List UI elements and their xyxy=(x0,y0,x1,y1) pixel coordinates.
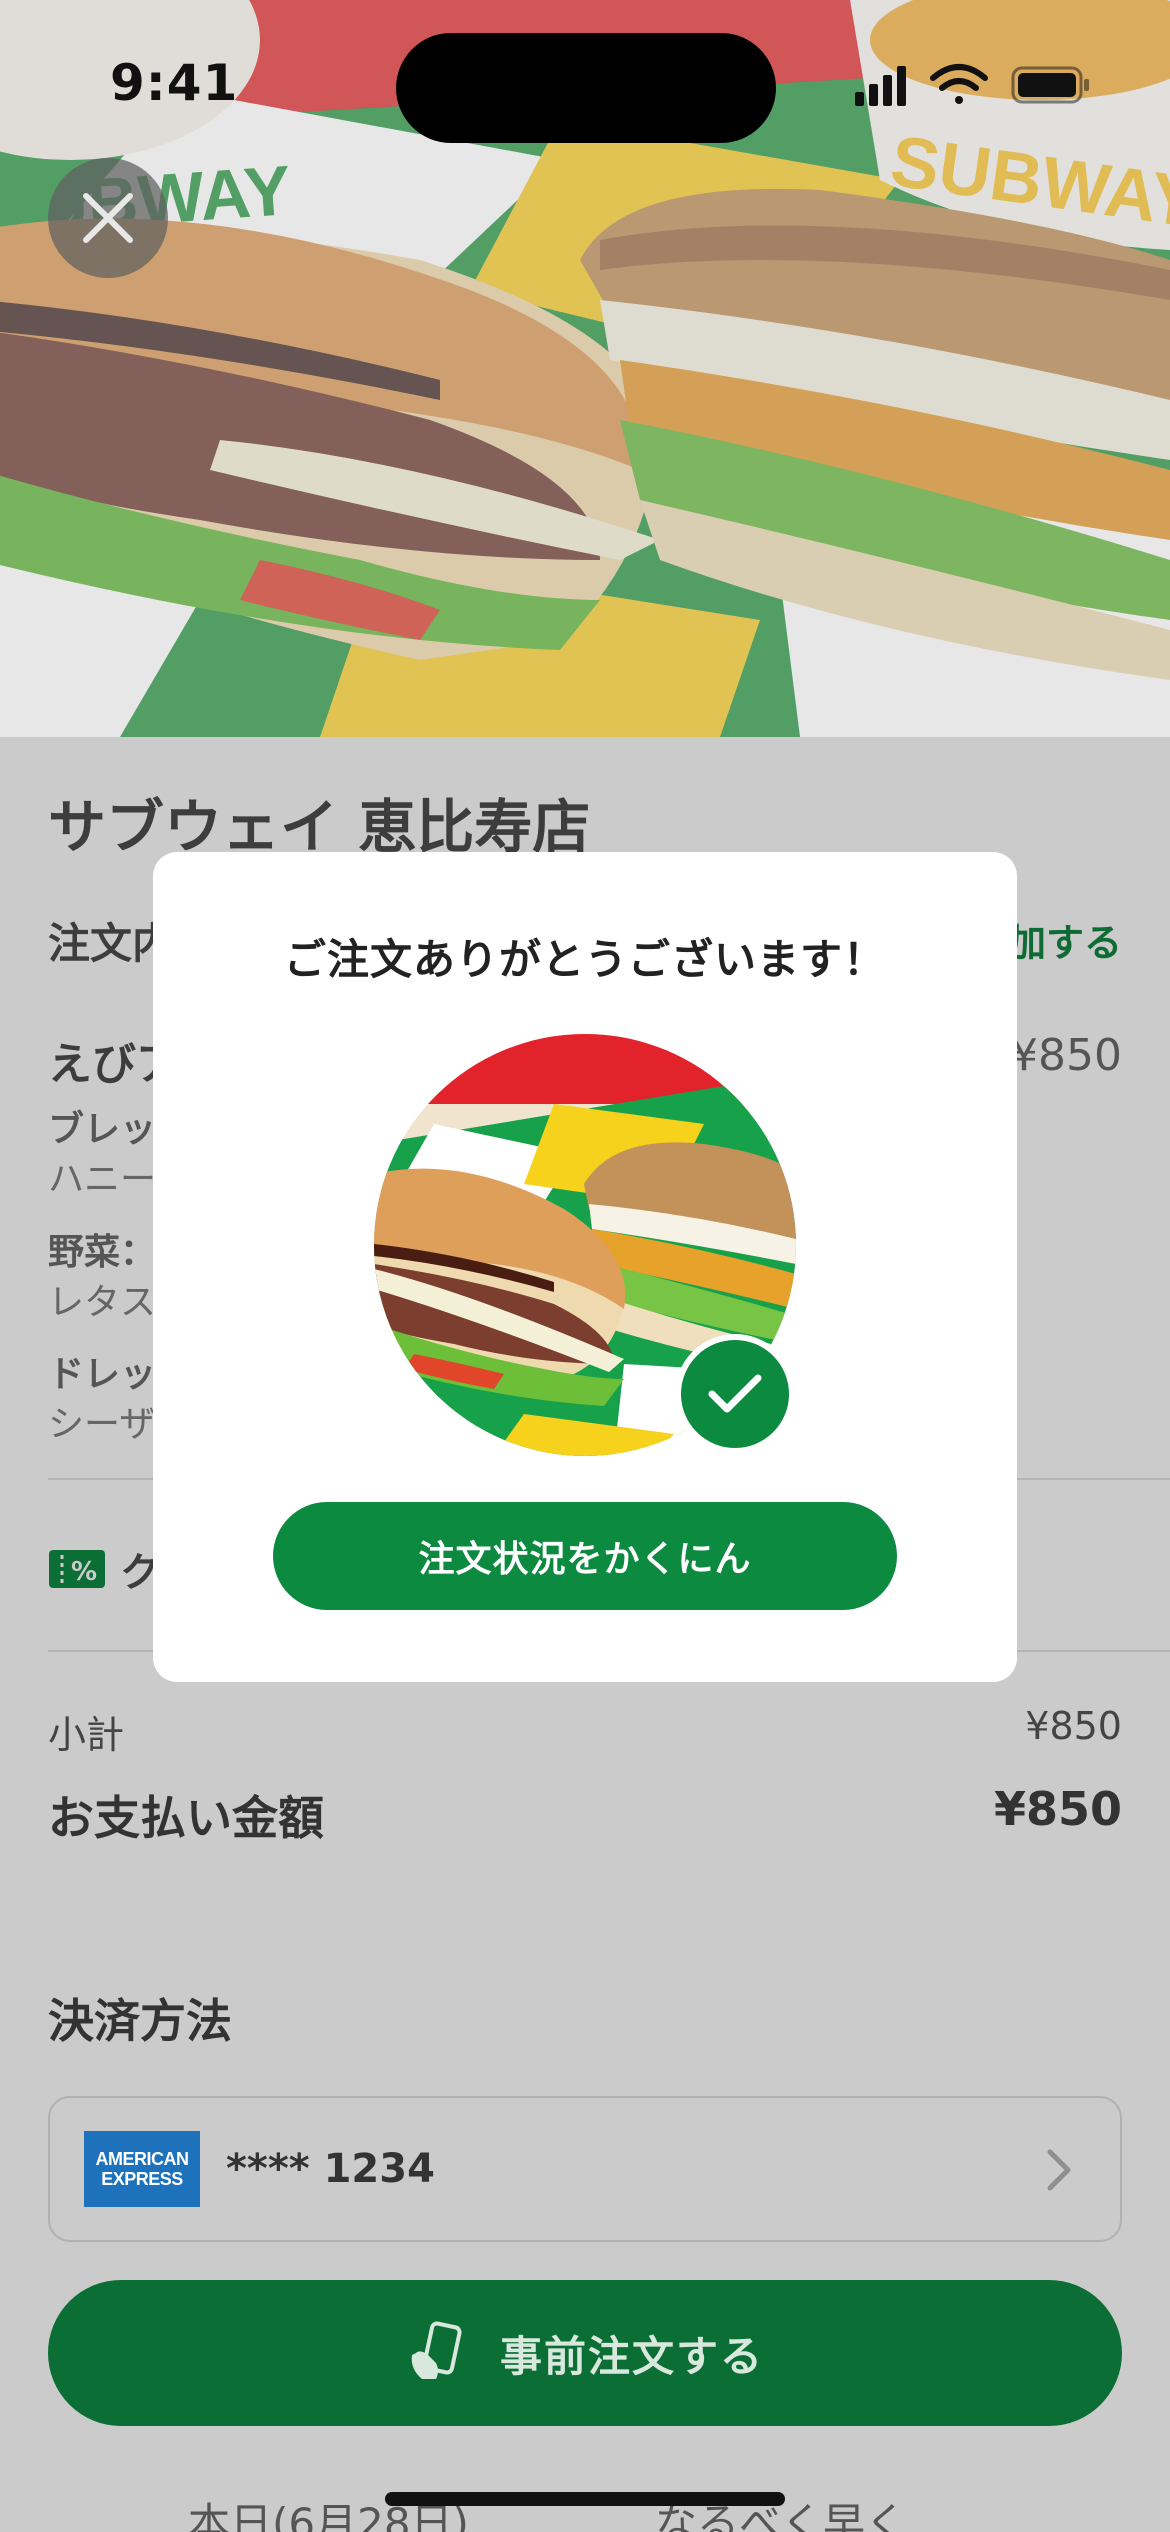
order-complete-modal: ご注文ありがとうございます！ 注文状況をかくにん xyxy=(153,852,1017,1682)
coupon-icon: % xyxy=(49,1550,105,1588)
item-price: ¥850 xyxy=(1010,1030,1122,1081)
detail-value: レタス xyxy=(48,1282,157,1323)
close-button[interactable] xyxy=(48,158,168,278)
total-label: お支払い金額 xyxy=(48,1791,324,1845)
phone-hand-icon xyxy=(411,2321,462,2379)
status-time: 9:41 xyxy=(110,54,239,112)
place-order-button[interactable]: 事前注文する xyxy=(48,2280,1122,2426)
cellular-signal-icon xyxy=(855,66,906,106)
modal-title: ご注文ありがとうございます！ xyxy=(283,935,886,984)
wifi-icon xyxy=(930,64,988,104)
place-order-label: 事前注文する xyxy=(499,2331,764,2381)
svg-text:%: % xyxy=(71,1557,97,1587)
subtotal-label: 小計 xyxy=(48,1713,125,1757)
amex-logo-line1: AMERICAN xyxy=(95,2149,190,2169)
amex-logo-line2: EXPRESS xyxy=(101,2169,183,2189)
home-indicator xyxy=(385,2492,785,2506)
payment-heading: 決済方法 xyxy=(48,1994,232,2048)
battery-icon xyxy=(1011,66,1089,104)
status-icons xyxy=(855,64,1089,106)
close-icon xyxy=(83,193,133,243)
check-icon xyxy=(708,1374,762,1413)
detail-vegetables: 野菜： レタス xyxy=(48,1228,156,1328)
amex-logo: AMERICAN EXPRESS xyxy=(84,2131,200,2207)
success-badge xyxy=(675,1334,795,1454)
payment-method-card[interactable]: AMERICAN EXPRESS **** 1234 xyxy=(48,2096,1122,2242)
check-order-status-button[interactable]: 注文状況をかくにん xyxy=(273,1502,897,1610)
chevron-right-icon xyxy=(1047,2149,1071,2191)
detail-label: 野菜： xyxy=(48,1232,157,1273)
card-number: **** 1234 xyxy=(226,2146,435,2192)
dynamic-island xyxy=(396,33,776,143)
subtotal-value: ¥850 xyxy=(1025,1704,1122,1748)
total-value: ¥850 xyxy=(993,1782,1122,1836)
